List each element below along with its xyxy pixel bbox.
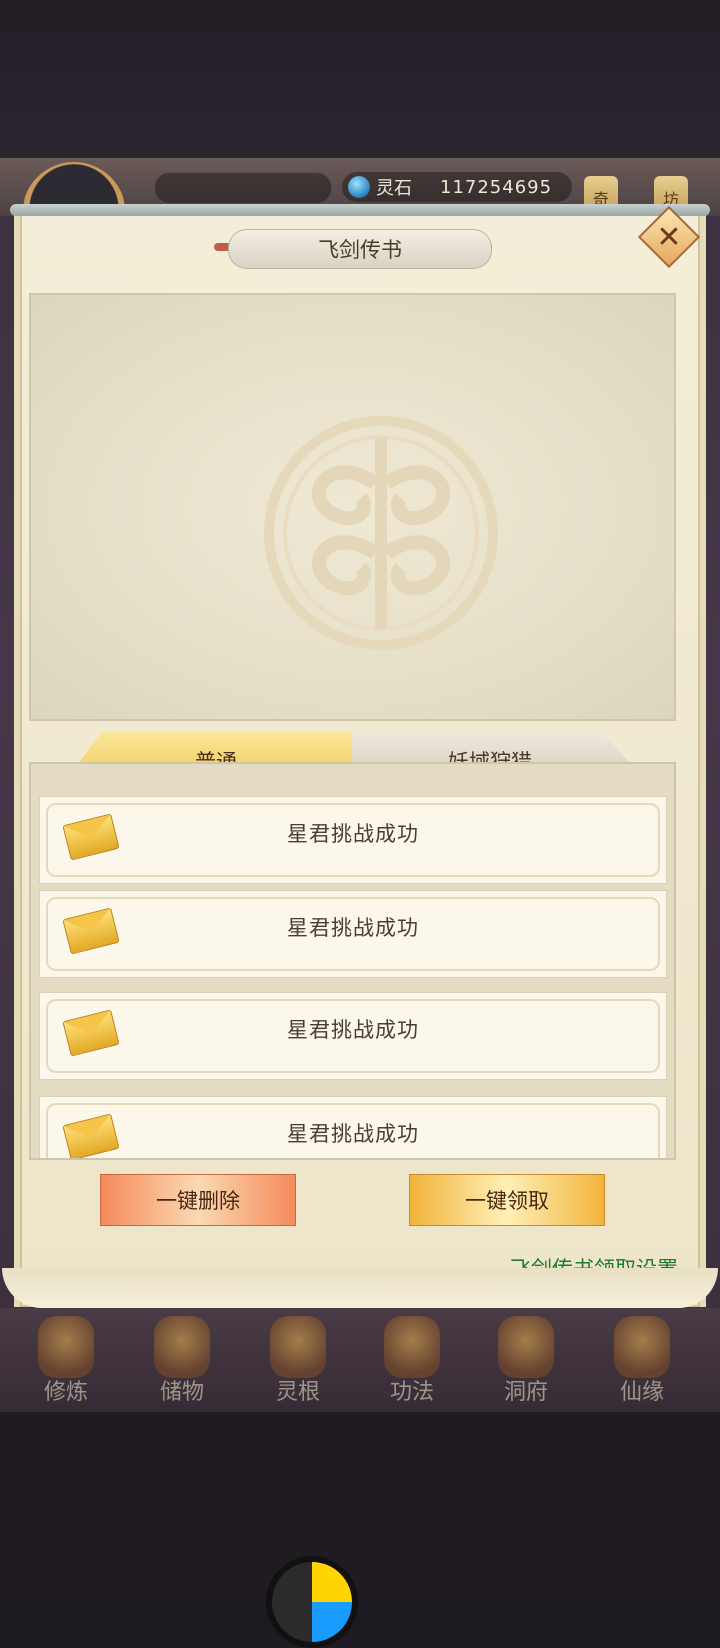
resource-label: 灵石 <box>376 178 412 199</box>
mail-item[interactable]: 星君挑战成功 <box>39 992 667 1080</box>
spirit-root-icon <box>270 1316 326 1378</box>
nav-label: 仙缘 <box>619 1380 664 1405</box>
delete-all-label: 一键删除 <box>156 1189 240 1213</box>
nav-item-storage[interactable]: 储物 <box>136 1312 228 1412</box>
floating-app-icon[interactable] <box>266 1556 358 1648</box>
immortal-fate-icon <box>614 1316 670 1378</box>
mail-item[interactable]: 星君挑战成功 <box>39 890 667 978</box>
scroll-bottom-curl <box>2 1268 718 1308</box>
mail-item[interactable]: 星君挑战成功 <box>39 1096 667 1158</box>
nav-item-cultivation[interactable]: 修炼 <box>20 1312 112 1412</box>
scroll-top-rod <box>10 204 710 216</box>
claim-all-label: 一键领取 <box>465 1189 549 1213</box>
nav-label: 功法 <box>389 1380 434 1405</box>
storage-bag-icon <box>154 1316 210 1378</box>
spirit-stone-counter: 灵石 117254695 <box>342 172 572 202</box>
spirit-stone-icon <box>348 176 370 198</box>
resource-value: 117254695 <box>440 176 553 198</box>
nav-item-spirit-root[interactable]: 灵根 <box>252 1312 344 1412</box>
cultivation-icon <box>38 1316 94 1378</box>
delete-all-button[interactable]: 一键删除 <box>100 1174 296 1226</box>
screen-top-dark-area <box>0 0 720 160</box>
cloud-emblem-icon <box>264 416 498 650</box>
mail-list[interactable]: 星君挑战成功 星君挑战成功 星君挑战成功 星君挑战成功 <box>29 762 676 1160</box>
mail-title: 星君挑战成功 <box>287 1018 419 1042</box>
dialog-title-text: 飞剑传书 <box>318 238 402 262</box>
claim-all-button[interactable]: 一键领取 <box>409 1174 605 1226</box>
mail-title: 星君挑战成功 <box>287 822 419 846</box>
mail-title: 星君挑战成功 <box>287 1122 419 1146</box>
nav-label: 储物 <box>159 1380 204 1405</box>
cave-abode-icon <box>498 1316 554 1378</box>
nav-item-immortal-fate[interactable]: 仙缘 <box>596 1312 688 1412</box>
nav-label: 修炼 <box>43 1380 88 1405</box>
dialog-title: 飞剑传书 <box>228 229 492 269</box>
nav-label: 灵根 <box>275 1380 320 1405</box>
player-name-field <box>154 172 332 204</box>
nav-item-cave-abode[interactable]: 洞府 <box>480 1312 572 1412</box>
technique-book-icon <box>384 1316 440 1378</box>
mail-preview-area <box>29 293 676 721</box>
close-icon[interactable]: ✕ <box>647 215 691 259</box>
screen-bottom-dark-area <box>0 1412 720 1600</box>
mail-title: 星君挑战成功 <box>287 916 419 940</box>
nav-label: 洞府 <box>503 1380 548 1405</box>
mail-item[interactable]: 星君挑战成功 <box>39 796 667 884</box>
nav-item-techniques[interactable]: 功法 <box>366 1312 458 1412</box>
